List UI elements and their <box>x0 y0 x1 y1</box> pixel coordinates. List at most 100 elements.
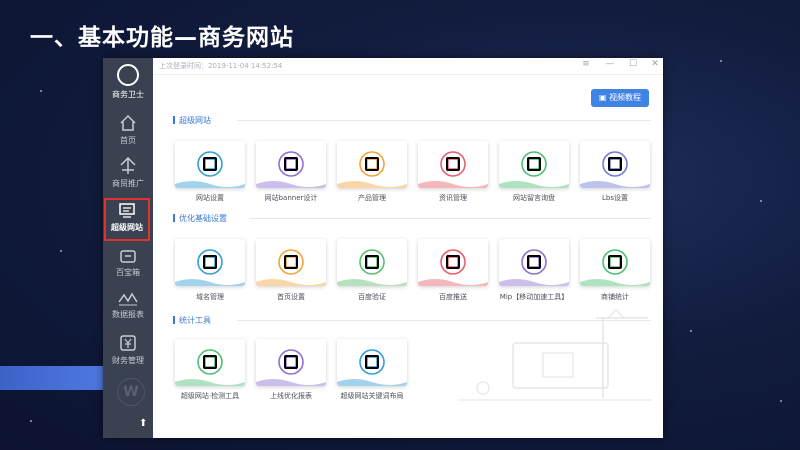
app-window: 商务卫士 首页 商贸推广 超级网站 百宝箱 数据报表 财务管理 W ⬆ 上次登录… <box>103 58 663 438</box>
section-title: 优化基础设置 <box>173 213 227 224</box>
feature-card[interactable] <box>337 239 407 286</box>
background-star <box>690 330 692 332</box>
section-divider <box>237 120 651 121</box>
feature-icon-wrapper <box>359 151 385 177</box>
feature-card-label[interactable]: 上线优化报表 <box>246 391 336 401</box>
card-wave-decoration <box>418 181 488 188</box>
feature-card[interactable] <box>256 239 326 286</box>
feature-icon-wrapper <box>278 349 304 375</box>
card-wave-decoration <box>580 279 650 286</box>
feature-icon-wrapper <box>440 151 466 177</box>
sidebar-item-label: 百宝箱 <box>116 268 140 277</box>
feature-card-label[interactable]: 超级网站·检测工具 <box>165 391 255 401</box>
card-wave-decoration <box>418 279 488 286</box>
feature-card[interactable] <box>337 339 407 386</box>
keyword-layout-icon <box>359 349 385 375</box>
feature-card-label[interactable]: 超级网站关键词布局 <box>327 391 417 401</box>
feature-icon-wrapper <box>602 151 628 177</box>
feature-card[interactable] <box>256 339 326 386</box>
sidebar: 商务卫士 首页 商贸推广 超级网站 百宝箱 数据报表 财务管理 W ⬆ <box>103 58 153 438</box>
feature-card[interactable] <box>256 141 326 188</box>
location-pin-icon <box>602 151 628 177</box>
feature-card-label[interactable]: Mip【移动加速工具】 <box>489 292 579 302</box>
feature-icon-wrapper <box>521 249 547 275</box>
feature-icon-wrapper <box>278 151 304 177</box>
sidebar-item-label: 商贸推广 <box>112 179 144 188</box>
background-star <box>30 420 32 422</box>
feature-card[interactable] <box>580 239 650 286</box>
feature-card-label[interactable]: 资讯管理 <box>408 193 498 203</box>
background-star <box>780 400 782 402</box>
card-wave-decoration <box>256 379 326 386</box>
scroll-up-icon[interactable]: ⬆ <box>139 418 147 429</box>
card-wave-decoration <box>580 181 650 188</box>
feature-card[interactable] <box>580 141 650 188</box>
sidebar-item-super-website[interactable]: 超级网站 <box>104 198 150 241</box>
feature-card[interactable] <box>175 239 245 286</box>
feature-card-label[interactable]: 百度验证 <box>327 292 417 302</box>
feature-card-label[interactable]: 域名管理 <box>165 292 255 302</box>
sidebar-item-finance[interactable]: 财务管理 <box>103 334 153 366</box>
card-wave-decoration <box>175 181 245 188</box>
feature-card[interactable] <box>418 141 488 188</box>
feature-card[interactable] <box>499 141 569 188</box>
feature-card-label[interactable]: 网站设置 <box>165 193 255 203</box>
feature-icon-wrapper <box>278 249 304 275</box>
minimize-icon[interactable]: — <box>604 59 616 69</box>
last-login-time: 上次登录时间：2019-11-04 14:52:54 <box>159 62 283 70</box>
background-star <box>60 250 62 252</box>
section-title: 超级网站 <box>173 115 211 126</box>
sidebar-item-label: 首页 <box>120 136 136 145</box>
sidebar-item-home[interactable]: 首页 <box>103 114 153 146</box>
video-icon: ▣ <box>598 93 610 102</box>
www-domain-icon <box>197 249 223 275</box>
decorative-band <box>0 366 103 390</box>
menu-icon[interactable]: ≡ <box>580 59 592 69</box>
feature-card-label[interactable]: 网站留言询盘 <box>489 193 579 203</box>
feature-icon-wrapper <box>359 249 385 275</box>
brand: 商务卫士 <box>103 62 153 100</box>
feature-card[interactable] <box>175 141 245 188</box>
feature-card-label[interactable]: 产品管理 <box>327 193 417 203</box>
feature-card-label[interactable]: 商铺统计 <box>570 292 660 302</box>
title-bar: 上次登录时间：2019-11-04 14:52:54 ≡ — ☐ ✕ <box>153 58 663 75</box>
feature-icon-wrapper <box>602 249 628 275</box>
monitor-icon <box>119 203 135 218</box>
background-star <box>760 200 762 202</box>
feature-card-label[interactable]: Lbs设置 <box>570 193 660 203</box>
line-chart-icon <box>118 292 138 306</box>
slide-title: 一、基本功能—商务网站 <box>30 25 294 51</box>
news-icon <box>440 151 466 177</box>
card-wave-decoration <box>499 279 569 286</box>
feature-card[interactable] <box>337 141 407 188</box>
card-wave-decoration <box>337 181 407 188</box>
watermark-logo: W <box>117 378 145 406</box>
sidebar-item-promotion[interactable]: 商贸推广 <box>103 157 153 189</box>
background-star <box>40 90 42 92</box>
feature-icon-wrapper <box>521 151 547 177</box>
detect-icon <box>197 349 223 375</box>
feature-card-label[interactable]: 网站banner设计 <box>246 193 336 203</box>
sidebar-item-data-report[interactable]: 数据报表 <box>103 290 153 320</box>
card-wave-decoration <box>499 181 569 188</box>
feature-icon-wrapper <box>197 151 223 177</box>
video-tutorial-label: 视频教程 <box>609 93 642 102</box>
card-wave-decoration <box>175 279 245 286</box>
maximize-icon[interactable]: ☐ <box>627 59 639 69</box>
home-icon <box>120 114 136 131</box>
video-tutorial-button[interactable]: ▣ 视频教程 <box>591 89 649 107</box>
finance-icon <box>120 335 136 351</box>
construction-illustration-icon <box>458 308 653 401</box>
card-wave-decoration <box>337 379 407 386</box>
feature-card[interactable] <box>499 239 569 286</box>
feature-icon-wrapper <box>197 349 223 375</box>
box-icon <box>120 250 136 263</box>
feature-card-label[interactable]: 百度推送 <box>408 292 498 302</box>
banner-image-icon <box>278 151 304 177</box>
feature-card-label[interactable]: 首页设置 <box>246 292 336 302</box>
promotion-icon <box>120 157 136 174</box>
close-icon[interactable]: ✕ <box>649 59 661 69</box>
feature-card[interactable] <box>175 339 245 386</box>
feature-card[interactable] <box>418 239 488 286</box>
sidebar-item-treasure-box[interactable]: 百宝箱 <box>103 248 153 278</box>
